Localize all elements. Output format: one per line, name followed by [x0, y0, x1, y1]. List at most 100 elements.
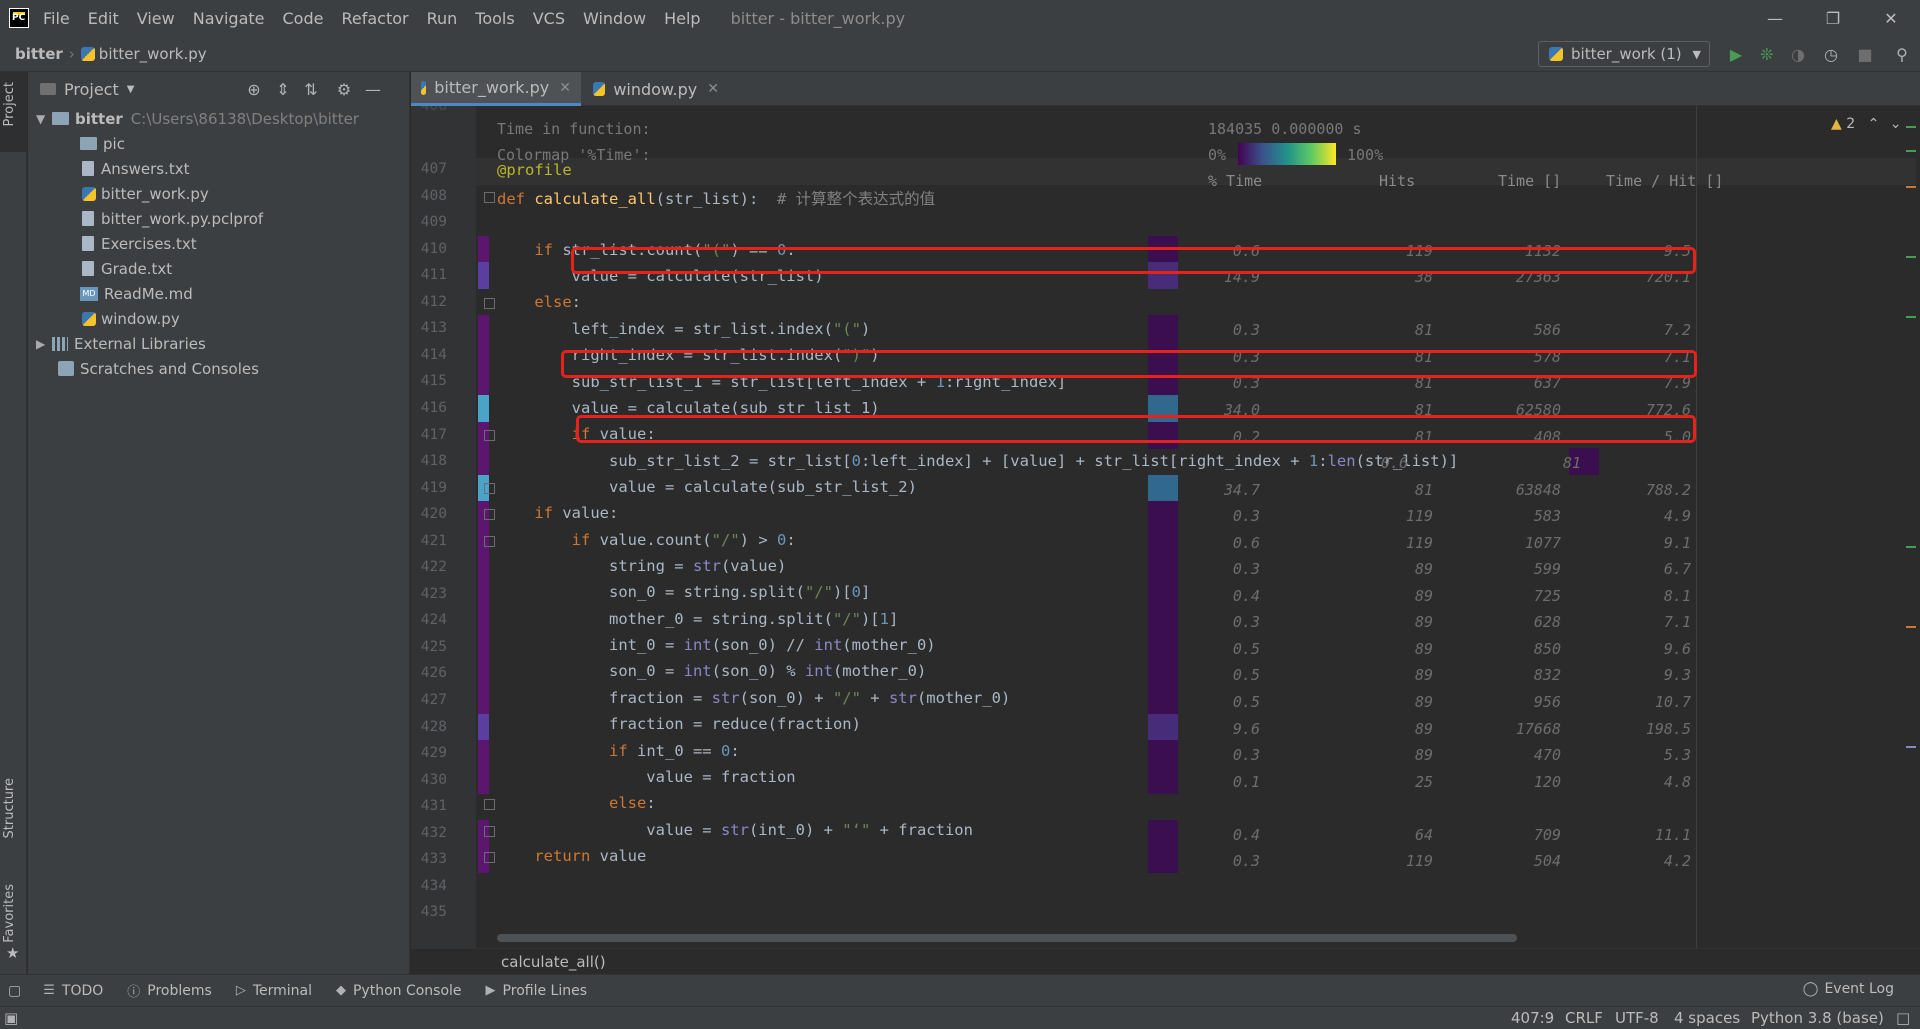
- expand-all-icon[interactable]: ⇕: [274, 80, 292, 99]
- tree-scratches[interactable]: Scratches and Consoles: [58, 356, 259, 381]
- project-panel-title[interactable]: Project: [64, 80, 119, 99]
- breadcrumb-project[interactable]: bitter: [15, 45, 63, 63]
- expanded-arrow-icon[interactable]: ▼: [36, 112, 52, 126]
- gear-icon[interactable]: ⚙: [335, 80, 353, 99]
- close-tab-icon[interactable]: ✕: [707, 81, 719, 97]
- menu-vcs[interactable]: VCS: [531, 7, 567, 30]
- stripe-marker[interactable]: [1906, 546, 1916, 548]
- pycharm-logo-icon: [9, 8, 29, 28]
- horizontal-scrollbar[interactable]: [497, 934, 1517, 942]
- close-tab-icon[interactable]: ✕: [559, 80, 571, 96]
- tree-root-folder[interactable]: ▼ bitter C:\Users\86138\Desktop\bitter: [36, 106, 359, 131]
- stripe-marker[interactable]: [1906, 316, 1916, 318]
- menu-navigate[interactable]: Navigate: [191, 7, 267, 30]
- line-separator[interactable]: CRLF: [1565, 1009, 1603, 1027]
- tree-item[interactable]: MD ReadMe.md: [80, 281, 193, 306]
- run-icon[interactable]: ▶: [1727, 45, 1745, 64]
- toggle-tool-windows-icon[interactable]: ▣: [4, 1009, 18, 1027]
- tool-problems[interactable]: ⓘ Problems: [127, 981, 212, 1001]
- tree-root-name: bitter: [75, 109, 123, 128]
- python-interpreter[interactable]: Python 3.8 (base): [1751, 1009, 1884, 1027]
- tree-item[interactable]: Answers.txt: [82, 156, 189, 181]
- tool-event-log[interactable]: ◯ Event Log: [1803, 981, 1894, 997]
- stop-icon[interactable]: ■: [1856, 45, 1874, 64]
- tool-terminal[interactable]: ▷ Terminal: [236, 983, 312, 999]
- locate-icon[interactable]: ⊕: [245, 80, 263, 99]
- error-stripe[interactable]: [1900, 106, 1920, 948]
- tab-window[interactable]: window.py ✕: [583, 72, 729, 106]
- fold-marker-icon[interactable]: [484, 826, 495, 837]
- debug-icon[interactable]: ❊: [1758, 45, 1776, 64]
- menu-file[interactable]: File: [41, 7, 72, 30]
- tree-external-libraries[interactable]: ▶ External Libraries: [36, 331, 206, 356]
- run-configuration-select[interactable]: bitter_work (1) ▼: [1538, 41, 1710, 67]
- lock-icon[interactable]: □: [1896, 1009, 1910, 1027]
- tree-item[interactable]: pic: [80, 131, 125, 156]
- profile-stat-time: 120: [1533, 772, 1561, 791]
- profile-stat-pct: 0.3: [1232, 507, 1260, 526]
- menu-view[interactable]: View: [135, 7, 177, 30]
- colormap-min: 0%: [1208, 146, 1227, 164]
- hide-panel-icon[interactable]: —: [364, 80, 382, 99]
- fold-marker-icon[interactable]: [484, 509, 495, 520]
- line-number: 428: [420, 718, 447, 735]
- profile-stat-hits: 89: [1414, 613, 1433, 632]
- close-icon[interactable]: ✕: [1868, 0, 1914, 36]
- tree-item[interactable]: Grade.txt: [82, 256, 172, 281]
- caret-position[interactable]: 407:9: [1511, 1009, 1554, 1027]
- menu-edit[interactable]: Edit: [86, 7, 121, 30]
- fold-marker-icon[interactable]: [484, 852, 495, 863]
- tool-tab-project[interactable]: Project: [2, 82, 17, 126]
- menu-code[interactable]: Code: [281, 7, 326, 30]
- menu-help[interactable]: Help: [662, 7, 702, 30]
- tree-item[interactable]: Exercises.txt: [82, 231, 197, 256]
- fold-marker-icon[interactable]: [484, 192, 495, 203]
- tool-todo[interactable]: ☰ TODO: [43, 983, 103, 999]
- indentation[interactable]: 4 spaces: [1674, 1009, 1740, 1027]
- search-icon[interactable]: ⚲: [1893, 45, 1911, 64]
- coverage-icon[interactable]: ◑: [1789, 45, 1807, 64]
- code-editor[interactable]: 406 Time in function: 184035 0.000000 s …: [411, 106, 1920, 948]
- breadcrumb-file[interactable]: bitter_work.py: [99, 45, 207, 63]
- profile-stat-hits: 119: [1405, 507, 1433, 526]
- stripe-marker[interactable]: [1906, 186, 1916, 188]
- profile-stat-hits: 81: [1414, 480, 1433, 499]
- fold-marker-icon[interactable]: [484, 483, 495, 494]
- file-encoding[interactable]: UTF-8: [1615, 1009, 1659, 1027]
- tree-item[interactable]: bitter_work.py: [82, 181, 209, 206]
- chevron-up-icon[interactable]: ⌃: [1868, 116, 1880, 132]
- stripe-marker[interactable]: [1906, 150, 1916, 152]
- minimize-icon[interactable]: —: [1752, 0, 1798, 36]
- tool-tab-favorites[interactable]: Favorites: [2, 884, 17, 943]
- menu-refactor[interactable]: Refactor: [339, 7, 410, 30]
- tab-bitter-work[interactable]: bitter_work.py ✕: [411, 72, 581, 106]
- fold-marker-icon[interactable]: [484, 298, 495, 309]
- tree-item[interactable]: bitter_work.py.pclprof: [82, 206, 263, 231]
- code-line: @profile: [497, 161, 572, 179]
- stripe-marker[interactable]: [1906, 126, 1916, 128]
- tree-item[interactable]: window.py: [82, 306, 180, 331]
- terminal-icon: ▷: [235, 983, 246, 998]
- collapsed-arrow-icon[interactable]: ▶: [36, 337, 52, 351]
- menu-window[interactable]: Window: [581, 7, 648, 30]
- breadcrumb-function[interactable]: calculate_all(): [501, 953, 606, 971]
- tool-tab-structure[interactable]: Structure: [2, 778, 17, 838]
- tool-profile-lines[interactable]: ▶ Profile Lines: [486, 983, 587, 999]
- fold-marker-icon[interactable]: [484, 536, 495, 547]
- fold-marker-icon[interactable]: [484, 430, 495, 441]
- python-run-config-icon: [1549, 47, 1563, 61]
- stripe-marker[interactable]: [1906, 626, 1916, 628]
- tool-windows-icon[interactable]: ▢: [8, 983, 21, 999]
- collapse-all-icon[interactable]: ⇅: [302, 80, 320, 99]
- menu-run[interactable]: Run: [425, 7, 460, 30]
- fold-marker-icon[interactable]: [484, 799, 495, 810]
- chevron-down-icon[interactable]: ▼: [127, 84, 135, 95]
- tool-python-console[interactable]: ◆ Python Console: [336, 983, 462, 999]
- menu-tools[interactable]: Tools: [473, 7, 516, 30]
- stripe-marker[interactable]: [1906, 256, 1916, 258]
- inspection-widget[interactable]: ▲ 2 ⌃ ⌄: [1831, 116, 1902, 132]
- stripe-marker[interactable]: [1906, 746, 1916, 748]
- chevron-down-icon: ▼: [1692, 47, 1701, 61]
- restore-icon[interactable]: ❐: [1810, 0, 1856, 36]
- profile-icon[interactable]: ◷: [1822, 45, 1840, 64]
